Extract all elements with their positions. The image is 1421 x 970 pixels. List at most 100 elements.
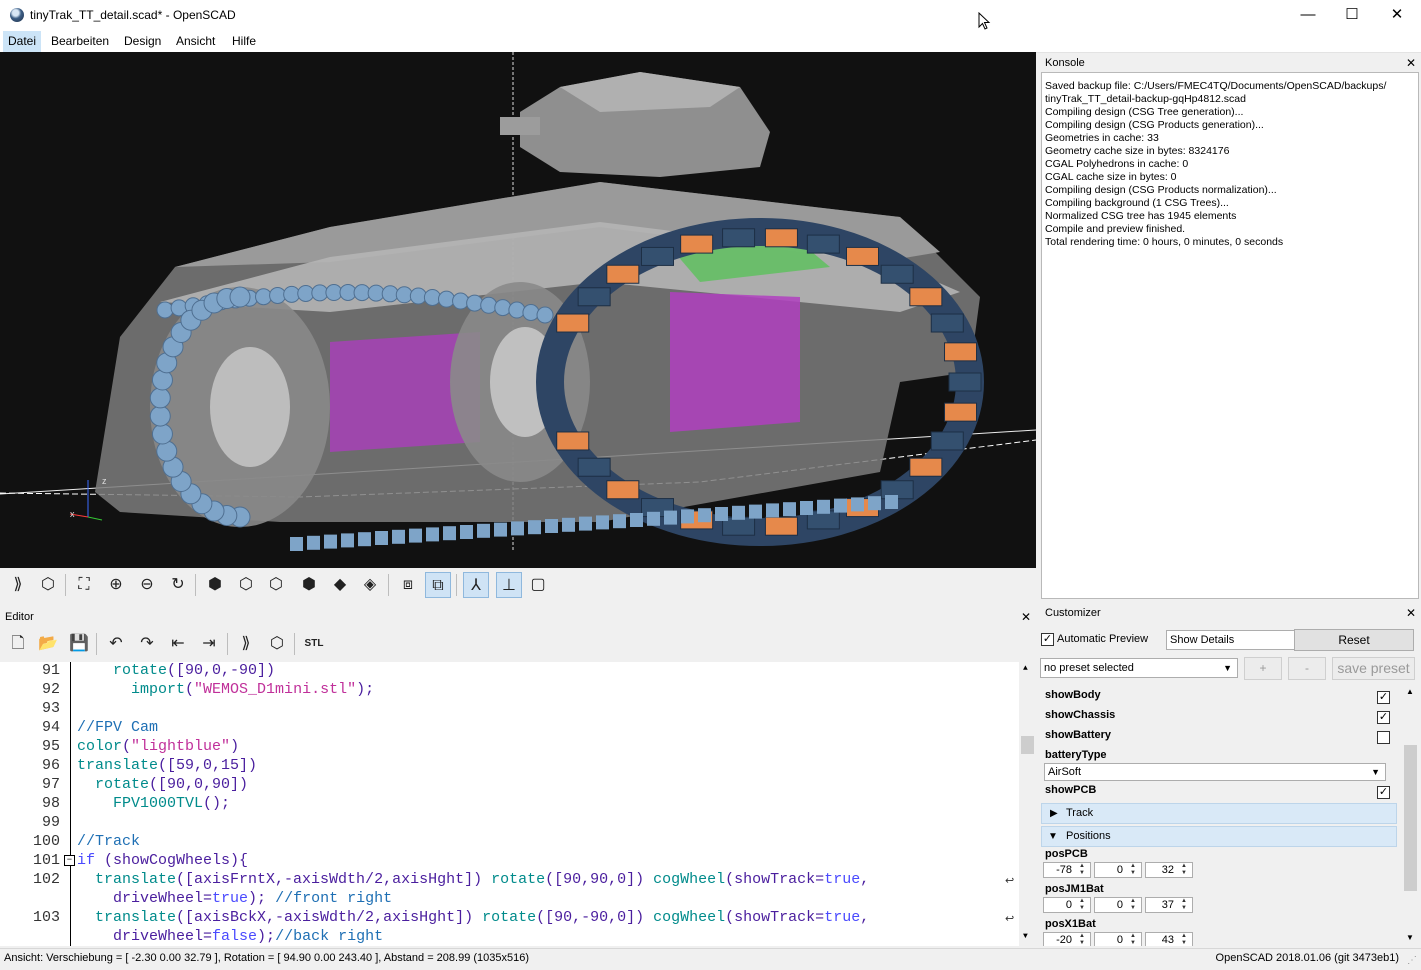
view-left-icon[interactable]: ⬢ [296, 572, 322, 598]
close-window-button[interactable]: ✕ [1374, 0, 1420, 31]
param-pospcb-spinbox[interactable]: -78 ▲ ▼ [1043, 862, 1091, 878]
spin-arrows-icon[interactable]: ▲ ▼ [1177, 898, 1191, 912]
menu-datei[interactable]: Datei [3, 31, 42, 52]
view-all-icon[interactable]: ⛶ [71, 572, 97, 598]
open-file-icon[interactable]: 📂 [35, 631, 61, 657]
resize-grip-icon[interactable]: ⋰ [1407, 951, 1417, 970]
code-line[interactable]: rotate([90,0,90]) [77, 776, 248, 793]
export-stl-icon[interactable]: STL [301, 631, 327, 657]
spin-arrows-icon[interactable]: ▲ ▼ [1177, 863, 1191, 877]
show-axes-icon[interactable]: ⅄ [463, 572, 489, 598]
spin-arrows-icon[interactable]: ▲ ▼ [1075, 863, 1089, 877]
spin-arrows-icon[interactable]: ▲ ▼ [1126, 898, 1140, 912]
scroll-thumb[interactable] [1021, 736, 1034, 754]
menu-ansicht[interactable]: Ansicht [171, 31, 220, 52]
code-line[interactable]: if (showCogWheels){ [77, 852, 248, 869]
code-line[interactable]: import("WEMOS_D1mini.stl"); [77, 681, 374, 698]
zoom-in-icon[interactable]: ⊕ [103, 572, 129, 598]
scroll-thumb[interactable] [1404, 745, 1417, 891]
param-showpcb-checkbox[interactable]: ✓ [1377, 786, 1390, 799]
undo-icon[interactable]: ↶ [103, 631, 129, 657]
scroll-down-icon[interactable]: ▼ [1406, 933, 1414, 942]
code-line[interactable]: driveWheel=false);//back right [77, 928, 383, 945]
fold-toggle-icon[interactable]: − [64, 855, 75, 866]
menu-design[interactable]: Design [119, 31, 166, 52]
reset-button[interactable]: Reset [1294, 629, 1414, 651]
spin-arrows-icon[interactable]: ▲ ▼ [1075, 933, 1089, 946]
code-line[interactable]: translate([axisBckX,-axisWdth/2,axisHght… [77, 909, 869, 926]
menu-hilfe[interactable]: Hilfe [227, 31, 261, 52]
param-pospcb-spinbox[interactable]: 0 ▲ ▼ [1094, 862, 1142, 878]
code-line[interactable]: //Track [77, 833, 140, 850]
unindent-icon[interactable]: ⇤ [165, 631, 191, 657]
view-bottom-icon[interactable]: ⬡ [263, 572, 289, 598]
3d-viewport[interactable]: z x [0, 52, 1036, 568]
remove-preset-button[interactable]: - [1288, 657, 1326, 680]
render-icon[interactable]: ⬡ [35, 572, 61, 598]
zoom-out-icon[interactable]: ⊖ [134, 572, 160, 598]
console-close-icon[interactable]: ✕ [1406, 54, 1416, 73]
console-output[interactable]: Saved backup file: C:/Users/FMEC4TQ/Docu… [1041, 72, 1419, 599]
code-line[interactable]: color("lightblue") [77, 738, 239, 755]
automatic-preview-checkbox[interactable]: ✓ [1041, 633, 1054, 646]
editor-scrollbar[interactable]: ▲ ▼ [1019, 662, 1036, 946]
view-front-icon[interactable]: ◆ [327, 572, 353, 598]
code-line[interactable]: //FPV Cam [77, 719, 158, 736]
spin-arrows-icon[interactable]: ▲ ▼ [1075, 898, 1089, 912]
code-line[interactable]: translate([axisFrntX,-axisWdth/2,axisHgh… [77, 871, 869, 888]
scroll-up-icon[interactable]: ▲ [1023, 664, 1028, 673]
scroll-down-icon[interactable]: ▼ [1023, 932, 1028, 941]
preview-icon[interactable]: ⟫ [233, 631, 259, 657]
spin-arrows-icon[interactable]: ▲ ▼ [1126, 863, 1140, 877]
reset-view-icon[interactable]: ↻ [165, 572, 191, 598]
add-preset-button[interactable]: + [1244, 657, 1282, 680]
battery-type-select[interactable]: AirSoft ▼ [1044, 763, 1386, 781]
save-icon[interactable]: 💾 [66, 631, 92, 657]
param-posjm1bat-spinbox[interactable]: 0 ▲ ▼ [1043, 897, 1091, 913]
editor-close-icon[interactable]: ✕ [1021, 608, 1031, 627]
param-posx1bat-spinbox[interactable]: -20 ▲ ▼ [1043, 932, 1091, 946]
group-positions[interactable]: ▼ Positions [1041, 826, 1397, 847]
param-showchassis-checkbox[interactable]: ✓ [1377, 711, 1390, 724]
param-posx1bat-spinbox[interactable]: 43 ▲ ▼ [1145, 932, 1193, 946]
spin-arrows-icon[interactable]: ▲ ▼ [1126, 933, 1140, 946]
save-preset-button[interactable]: save preset [1332, 657, 1415, 680]
track-link [480, 296, 498, 314]
param-posjm1bat-spinbox[interactable]: 0 ▲ ▼ [1094, 897, 1142, 913]
code-line[interactable]: translate([59,0,15]) [77, 757, 257, 774]
param-showbody-checkbox[interactable]: ✓ [1377, 691, 1390, 704]
param-showbattery-checkbox[interactable] [1377, 731, 1390, 744]
param-posx1bat-spinbox[interactable]: 0 ▲ ▼ [1094, 932, 1142, 946]
group-track[interactable]: ▶ Track [1041, 803, 1397, 824]
new-file-icon[interactable]: 🗋 [5, 631, 31, 657]
param-posjm1bat-spinbox[interactable]: 37 ▲ ▼ [1145, 897, 1193, 913]
show-scale-markers-icon[interactable]: ⊥ [496, 572, 522, 598]
view-back-icon[interactable]: ◈ [357, 572, 383, 598]
param-pospcb-spinbox[interactable]: 32 ▲ ▼ [1145, 862, 1193, 878]
indent-icon[interactable]: ⇥ [196, 631, 222, 657]
menu-bearbeiten[interactable]: Bearbeiten [46, 31, 114, 52]
show-edges-icon[interactable]: ▢ [525, 572, 551, 598]
customizer-close-icon[interactable]: ✕ [1406, 604, 1416, 623]
line-number: 92 [41, 681, 60, 698]
maximize-button[interactable]: ☐ [1329, 0, 1375, 31]
redo-icon[interactable]: ↷ [134, 631, 160, 657]
perspective-icon[interactable]: ⧈ [395, 572, 421, 598]
preview-icon[interactable]: ⟫ [5, 572, 31, 598]
customizer-scrollbar[interactable]: ▲ ▼ [1402, 685, 1419, 946]
code-line[interactable]: rotate([90,0,-90]) [77, 662, 275, 679]
customizer-params: showBody ✓ showChassis ✓ showBattery bat… [1040, 685, 1400, 946]
preset-select[interactable]: no preset selected ▼ [1040, 658, 1238, 678]
minimize-button[interactable]: — [1285, 0, 1331, 31]
render-icon[interactable]: ⬡ [264, 631, 290, 657]
code-line[interactable]: FPV1000TVL(); [77, 795, 230, 812]
spin-arrows-icon[interactable]: ▲ ▼ [1177, 933, 1191, 946]
scroll-up-icon[interactable]: ▲ [1406, 687, 1414, 696]
code-line[interactable]: driveWheel=true); //front right [77, 890, 392, 907]
view-top-icon[interactable]: ⬡ [233, 572, 259, 598]
view-right-icon[interactable]: ⬢ [202, 572, 228, 598]
spinbox-value: 32 [1161, 864, 1174, 876]
track-link [749, 504, 762, 519]
code-editor[interactable]: 91 92 93 94 95 96 97 98 99 100 101 102 103 rotate([9… [0, 662, 1036, 946]
orthogonal-icon[interactable]: ⧉ [425, 572, 451, 598]
